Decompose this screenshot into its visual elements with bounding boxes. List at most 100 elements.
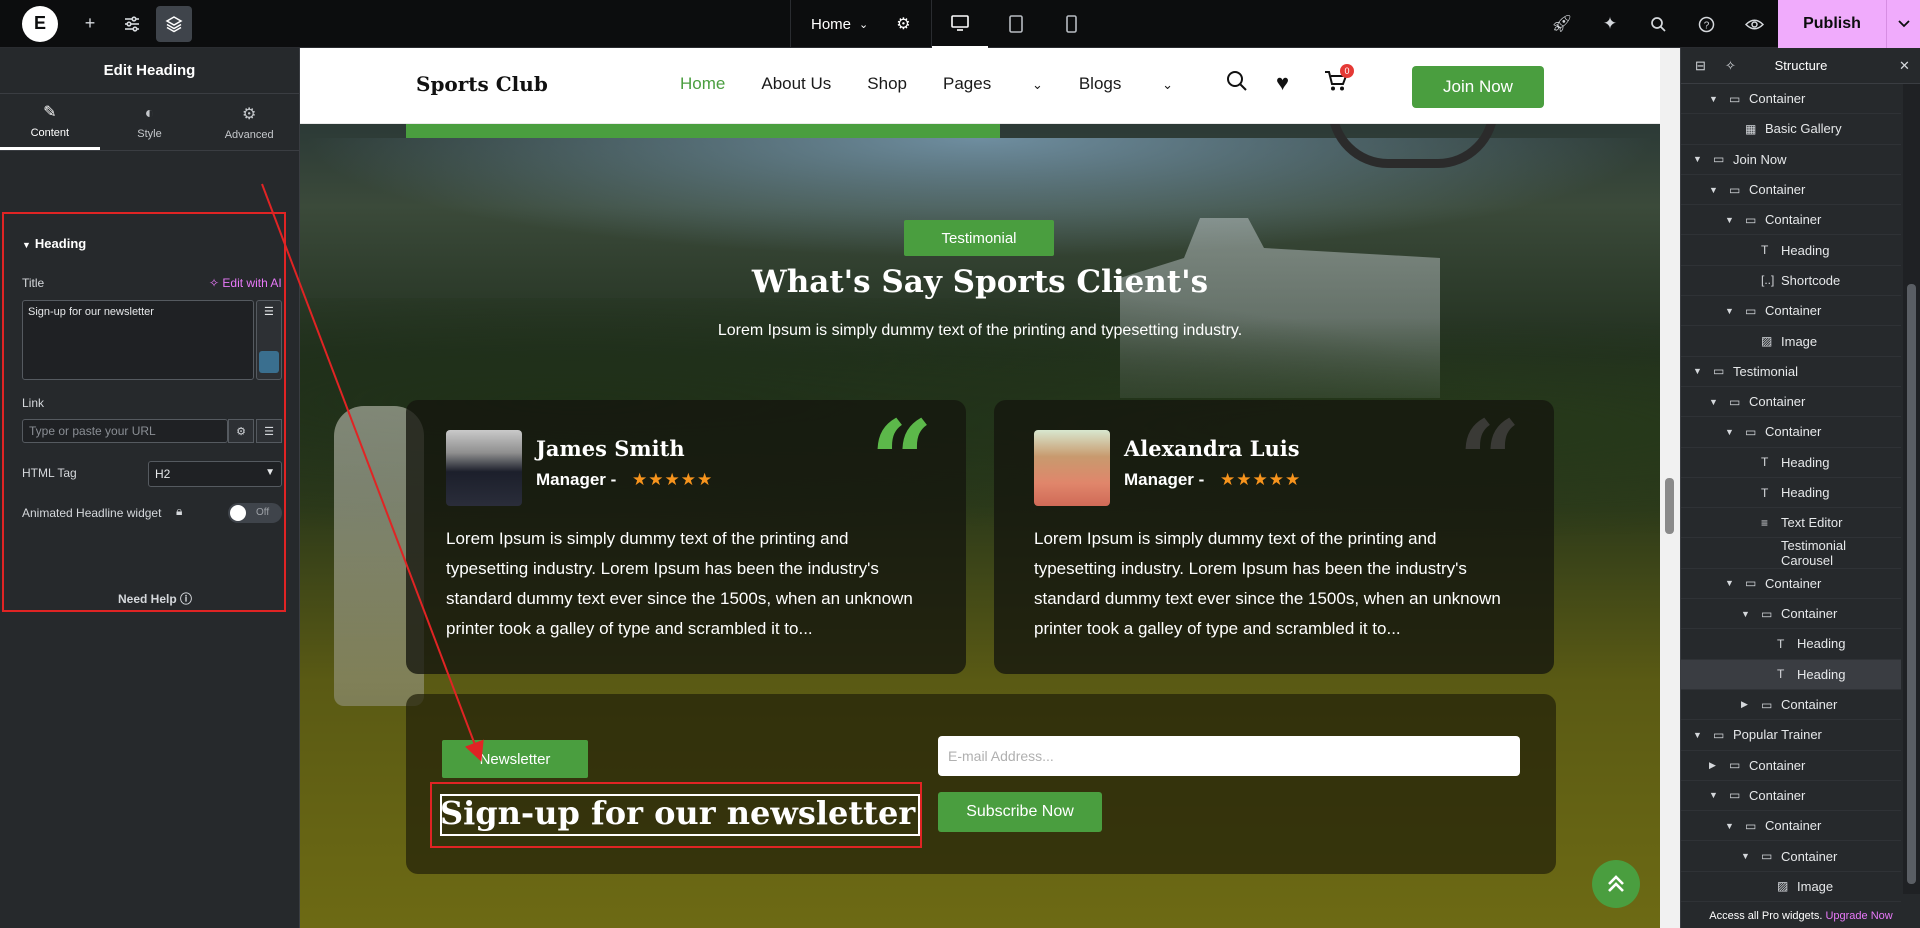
structure-layers-icon[interactable] [156, 5, 192, 42]
structure-item[interactable]: ▼ ▭ Container [1681, 811, 1901, 842]
close-icon[interactable]: ✕ [1899, 58, 1910, 74]
structure-item-label: Basic Gallery [1765, 121, 1842, 137]
caret-down-icon[interactable]: ▼ [1741, 609, 1750, 619]
caret-down-icon[interactable]: ▼ [1709, 185, 1718, 195]
publish-options-chevron-icon[interactable] [1886, 0, 1920, 48]
structure-item[interactable]: ▨ Image [1681, 326, 1901, 357]
title-textarea[interactable]: Sign-up for our newsletter [22, 300, 254, 380]
testimonial-heading[interactable]: What's Say Sports Client's [300, 264, 1660, 300]
email-input[interactable]: E-mail Address... [938, 736, 1520, 776]
page-selector[interactable]: Home ⌄ ⚙ [791, 0, 932, 48]
link-input[interactable]: Type or paste your URL [22, 419, 228, 443]
tab-style[interactable]: ◐ Style [100, 94, 200, 150]
structure-item[interactable]: ▼ ▭ Container [1681, 841, 1901, 872]
caret-down-icon[interactable]: ▼ [1725, 578, 1734, 588]
search-icon[interactable] [1226, 70, 1248, 98]
elementor-logo[interactable]: E [22, 5, 58, 42]
caret-down-icon[interactable]: ▼ [1741, 851, 1750, 861]
preview-eye-icon[interactable] [1730, 0, 1778, 48]
structure-item[interactable]: ▼ ▭ Testimonial [1681, 357, 1901, 387]
caret-down-icon[interactable]: ▼ [1693, 366, 1702, 376]
subscribe-button[interactable]: Subscribe Now [938, 792, 1102, 832]
nav-item-home[interactable]: Home [680, 74, 725, 94]
page-name: Home [811, 15, 852, 33]
heart-icon[interactable]: ♥ [1276, 70, 1289, 96]
element-type-icon: T [1761, 455, 1769, 470]
caret-down-icon[interactable]: ▼ [1725, 821, 1734, 831]
upgrade-now-link[interactable]: Upgrade Now [1825, 910, 1892, 922]
structure-item[interactable]: ▨ Image [1681, 872, 1901, 903]
structure-item[interactable]: ▼ ▭ Container [1681, 781, 1901, 812]
structure-item[interactable]: ▼ ▭ Container [1681, 387, 1901, 418]
structure-item-label: Heading [1781, 454, 1830, 470]
structure-item[interactable]: ▶ ▭ Container [1681, 751, 1901, 781]
structure-item[interactable]: T Heading [1681, 478, 1901, 509]
site-brand[interactable]: Sports Club [416, 72, 548, 96]
caret-right-icon[interactable]: ▶ [1709, 760, 1716, 771]
join-now-button[interactable]: Join Now [1412, 66, 1544, 108]
structure-item[interactable]: ▦ Basic Gallery [1681, 114, 1901, 145]
dynamic-tags-icon[interactable]: ☰ [264, 305, 274, 318]
structure-item[interactable]: T Heading [1681, 629, 1901, 660]
add-element-icon[interactable]: + [72, 6, 108, 42]
scrollbar-thumb[interactable] [1665, 478, 1674, 534]
tab-content[interactable]: ✎ Content [0, 94, 100, 150]
canvas-scrollbar[interactable] [1660, 48, 1680, 928]
caret-down-icon[interactable]: ▼ [1725, 215, 1734, 225]
animated-headline-toggle[interactable]: Off [228, 503, 282, 523]
structure-item[interactable]: ▶ ▭ Container [1681, 690, 1901, 721]
structure-item[interactable]: ▼ ▭ Container [1681, 175, 1901, 206]
structure-item[interactable]: Testimonial Carousel [1681, 538, 1901, 569]
caret-down-icon[interactable]: ▼ [1725, 427, 1734, 437]
publish-button[interactable]: Publish [1778, 0, 1886, 48]
structure-item[interactable]: ▼ ▭ Container [1681, 417, 1901, 448]
help-icon[interactable]: ? [1682, 0, 1730, 48]
rocket-icon[interactable]: 🚀︎ [1538, 0, 1586, 48]
page-settings-gear-icon[interactable]: ⚙ [896, 14, 910, 34]
nav-item-shop[interactable]: Shop [867, 74, 907, 94]
ai-sparkle-icon: ✧ [209, 276, 223, 290]
structure-scrollbar[interactable] [1903, 84, 1920, 894]
scroll-to-top-icon[interactable] [1592, 860, 1640, 908]
nav-item-pages[interactable]: Pages ⌄ [943, 74, 1043, 94]
caret-down-icon[interactable]: ▼ [1709, 94, 1718, 104]
structure-item[interactable]: T Heading [1681, 659, 1901, 690]
caret-right-icon[interactable]: ▶ [1741, 699, 1748, 710]
tablet-view-icon[interactable] [988, 0, 1044, 48]
structure-item[interactable]: ▼ ▭ Container [1681, 84, 1901, 115]
ai-assistant-icon[interactable] [259, 351, 279, 373]
structure-item[interactable]: ≡ Text Editor [1681, 508, 1901, 539]
client-name: James Smith [536, 436, 685, 461]
caret-down-icon[interactable]: ▼ [1725, 306, 1734, 316]
structure-item[interactable]: ▼ ▭ Container [1681, 569, 1901, 600]
caret-down-icon[interactable]: ▼ [1709, 397, 1718, 407]
caret-down-icon[interactable]: ▼ [1709, 790, 1718, 800]
link-options-gear-icon[interactable]: ⚙ [228, 419, 254, 443]
caret-down-icon[interactable]: ▼ [1693, 154, 1702, 164]
link-dynamic-tags-icon[interactable]: ☰ [256, 419, 282, 443]
scrollbar-thumb[interactable] [1907, 284, 1916, 884]
newsletter-heading[interactable]: Sign-up for our newsletter [440, 794, 915, 832]
search-icon[interactable] [1634, 0, 1682, 48]
structure-item[interactable]: ▼ ▭ Container [1681, 599, 1901, 630]
need-help-link[interactable]: Need Help ⓘ [118, 590, 192, 607]
structure-item[interactable]: ▼ ▭ Container [1681, 296, 1901, 327]
desktop-view-icon[interactable] [931, 0, 988, 48]
caret-down-icon[interactable]: ▼ [1693, 730, 1702, 740]
structure-item[interactable]: T Heading [1681, 235, 1901, 266]
notifications-icon[interactable]: ✦ [1586, 0, 1634, 48]
site-settings-icon[interactable] [114, 6, 150, 42]
structure-item[interactable]: ▼ ▭ Join Now [1681, 145, 1901, 175]
section-toggle[interactable]: ▼ Heading [22, 236, 86, 251]
nav-item-about[interactable]: About Us [761, 74, 831, 94]
tab-advanced[interactable]: ⚙ Advanced [199, 94, 299, 150]
mobile-view-icon[interactable] [1044, 0, 1100, 48]
html-tag-select[interactable]: H2 ▼ [148, 461, 282, 487]
testimonial-subheading[interactable]: Lorem Ipsum is simply dummy text of the … [300, 322, 1660, 340]
edit-with-ai-button[interactable]: ✧ Edit with AI [209, 276, 282, 290]
structure-item[interactable]: T Heading [1681, 448, 1901, 478]
structure-item[interactable]: ▼ ▭ Popular Trainer [1681, 720, 1901, 751]
structure-item[interactable]: ▼ ▭ Container [1681, 205, 1901, 236]
structure-item[interactable]: [..] Shortcode [1681, 266, 1901, 297]
nav-item-blogs[interactable]: Blogs ⌄ [1079, 74, 1173, 94]
